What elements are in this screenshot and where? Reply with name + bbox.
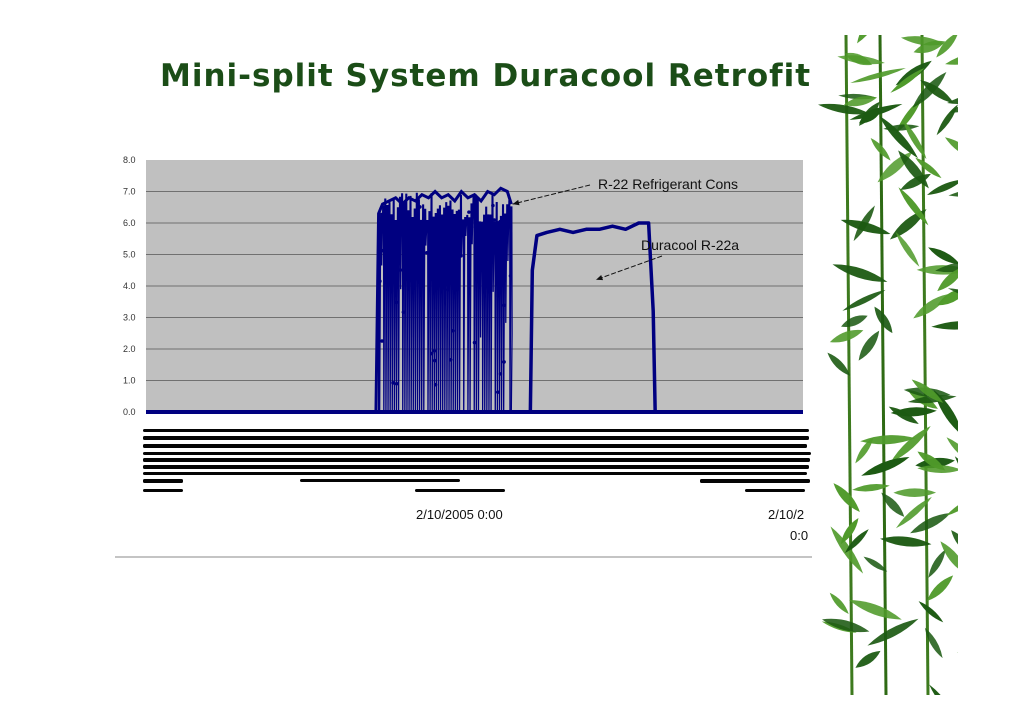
data-point	[473, 225, 477, 229]
x-tick-label: 2/10/2005 0:00	[416, 507, 503, 522]
data-point	[430, 224, 435, 228]
garbled-axis-labels	[143, 429, 811, 492]
bamboo-leaf	[957, 625, 958, 653]
bamboo-leaf	[893, 488, 937, 497]
data-point	[424, 250, 429, 255]
data-point	[432, 358, 437, 363]
data-point	[472, 340, 477, 345]
data-point	[450, 328, 455, 333]
data-point	[495, 390, 500, 394]
data-point	[448, 358, 453, 362]
x-tick-label: 0:0	[790, 528, 808, 543]
bamboo-decoration	[818, 35, 958, 695]
bamboo-leaf	[936, 104, 958, 136]
y-tick-label: 8.0	[123, 155, 136, 165]
data-point	[503, 248, 508, 252]
y-tick-label: 5.0	[123, 250, 136, 260]
bamboo-leaf	[829, 592, 849, 615]
data-point	[502, 360, 506, 364]
annotation-label: R-22 Refrigerant Cons	[598, 176, 738, 192]
bamboo-leaf	[918, 601, 944, 623]
data-point	[492, 218, 497, 222]
bamboo-leaf	[822, 618, 870, 633]
x-tick-label: 2/10/2	[768, 507, 804, 522]
data-point	[380, 248, 384, 253]
data-point	[391, 381, 395, 385]
data-point	[401, 310, 406, 314]
data-point	[479, 236, 483, 241]
y-tick-label: 4.0	[123, 281, 136, 291]
data-point	[456, 256, 461, 260]
bamboo-leaf	[895, 231, 920, 267]
data-point	[398, 268, 403, 272]
bamboo-stem	[878, 35, 888, 695]
data-point	[502, 303, 506, 308]
data-point	[403, 271, 407, 276]
data-point	[432, 349, 437, 353]
y-tick-label: 7.0	[123, 187, 136, 197]
bamboo-leaf	[849, 600, 902, 620]
bamboo-leaf	[867, 618, 919, 646]
bamboo-leaf	[931, 321, 958, 330]
bamboo-leaf	[890, 407, 937, 417]
data-point	[467, 210, 471, 214]
bamboo-leaf	[833, 483, 860, 512]
y-tick-label: 1.0	[123, 376, 136, 386]
data-point	[418, 205, 422, 209]
data-point	[498, 372, 503, 376]
bamboo-leaf	[929, 684, 954, 695]
bamboo-leaf	[913, 294, 949, 319]
data-point	[380, 339, 384, 343]
data-point	[446, 287, 450, 292]
data-point	[394, 381, 399, 386]
data-point	[444, 249, 448, 254]
bamboo-leaf	[880, 536, 932, 547]
data-point	[408, 268, 412, 273]
y-tick-label: 6.0	[123, 218, 136, 228]
data-point	[491, 203, 495, 208]
y-tick-label: 0.0	[123, 407, 136, 417]
data-point	[450, 246, 455, 251]
bamboo-leaf	[924, 627, 943, 659]
bamboo-stem	[920, 35, 930, 695]
data-point	[498, 219, 502, 224]
bamboo-leaf	[855, 650, 881, 668]
data-point	[468, 223, 472, 227]
y-tick-label: 2.0	[123, 344, 136, 354]
data-point	[378, 279, 382, 284]
y-tick-label: 3.0	[123, 313, 136, 323]
data-point	[421, 255, 425, 260]
data-point	[429, 351, 434, 356]
data-point	[433, 382, 438, 387]
bamboo-stem	[844, 35, 854, 695]
data-point	[508, 274, 513, 278]
data-point	[394, 300, 399, 305]
data-point	[381, 225, 386, 229]
bamboo-leaf	[841, 315, 868, 328]
bamboo-leaf	[944, 137, 958, 160]
bamboo-leaf	[832, 264, 888, 282]
bamboo-leaf	[829, 329, 864, 343]
annotation-label: Duracool R-22a	[641, 237, 739, 253]
